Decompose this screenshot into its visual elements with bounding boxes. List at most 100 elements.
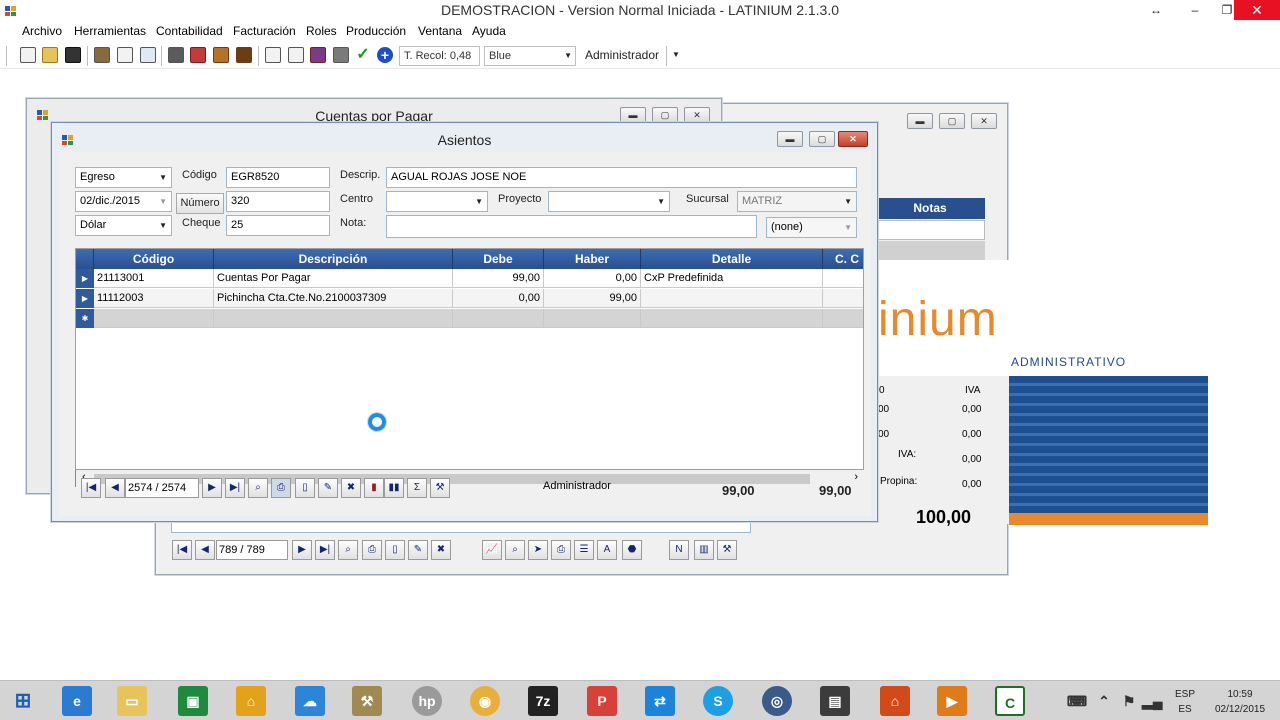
n-button[interactable]: N <box>669 540 689 560</box>
home-icon[interactable]: ⌂ <box>236 686 266 716</box>
cell-haber[interactable]: 99,00 <box>544 289 641 308</box>
proyecto-select[interactable]: ▼ <box>548 191 670 212</box>
find-icon[interactable]: ⌕ <box>505 540 525 560</box>
next-record-button[interactable]: ▶ <box>202 478 222 498</box>
users-icon[interactable] <box>213 47 229 63</box>
cell-centro-costo[interactable] <box>823 269 863 288</box>
menu-contabilidad[interactable]: Contabilidad <box>156 24 223 38</box>
menu-facturacion[interactable]: Facturación <box>233 24 296 38</box>
cell-detalle[interactable]: CxP Predefinida <box>641 269 823 288</box>
minimize-button[interactable]: ▬ <box>907 113 933 129</box>
cell-debe[interactable]: 99,00 <box>453 269 544 288</box>
resize-icon[interactable]: ↔ <box>1146 1 1166 19</box>
save-icon[interactable] <box>65 47 81 63</box>
language-code[interactable]: ESP <box>1170 689 1200 700</box>
new-icon[interactable]: ▯ <box>295 478 315 498</box>
codigo-input[interactable]: EGR8520 <box>226 167 330 188</box>
file-explorer-icon[interactable]: ▭ <box>117 686 147 716</box>
books-icon[interactable]: ▮▮ <box>384 478 404 498</box>
prev-record-button[interactable]: ◀ <box>105 478 125 498</box>
col-haber[interactable]: Haber <box>544 249 641 269</box>
close-button[interactable]: ✕ <box>684 107 710 123</box>
moneda-select[interactable]: Dólar ▼ <box>75 215 172 236</box>
network-icon[interactable]: ◎ <box>762 686 792 716</box>
close-button[interactable]: ✕ <box>971 113 997 129</box>
tools-icon[interactable]: ⚒ <box>352 686 382 716</box>
last-record-button[interactable]: ▶| <box>225 478 245 498</box>
notas-cell[interactable] <box>875 220 985 240</box>
record-position[interactable]: 2574 / 2574 <box>125 478 199 498</box>
nota-input[interactable] <box>386 215 757 238</box>
print-icon[interactable]: ⎙ <box>362 540 382 560</box>
search-icon[interactable]: ⌕ <box>338 540 358 560</box>
monitor-icon[interactable] <box>333 47 349 63</box>
menu-archivo[interactable]: Archivo <box>22 24 62 38</box>
close-button[interactable]: ✕ <box>1234 0 1280 20</box>
chart-icon[interactable]: 📈 <box>482 540 502 560</box>
teamviewer-icon[interactable]: ⇄ <box>645 686 675 716</box>
printer-icon[interactable]: ⎙ <box>551 540 571 560</box>
search-icon[interactable]: ⌕ <box>248 478 268 498</box>
signal-icon[interactable]: ▂▄ <box>1142 686 1163 716</box>
maximize-button[interactable]: ▢ <box>939 113 965 129</box>
tipo-select[interactable]: Egreso ▼ <box>75 167 172 188</box>
windows-start-icon[interactable]: ⊞ <box>8 686 38 716</box>
chrome-icon[interactable]: ◉ <box>470 686 500 716</box>
delete-icon[interactable]: ✖ <box>431 540 451 560</box>
cell-debe[interactable]: 0,00 <box>453 289 544 308</box>
cell-codigo[interactable]: 11112003 <box>94 289 214 308</box>
prev-record-button[interactable]: ◀ <box>195 540 215 560</box>
cell-detalle[interactable] <box>641 289 823 308</box>
new-cell[interactable] <box>214 309 453 328</box>
close-button[interactable]: ✕ <box>838 131 868 147</box>
print-icon[interactable]: ⎙ <box>271 478 291 498</box>
sum-icon[interactable]: Σ <box>407 478 427 498</box>
cloud-icon[interactable]: ☁ <box>295 686 325 716</box>
console-icon[interactable]: ▤ <box>820 686 850 716</box>
wand-icon[interactable]: ⚒ <box>430 478 450 498</box>
overflow-chevron-icon[interactable]: ▼ <box>672 50 680 59</box>
new-cell[interactable] <box>453 309 544 328</box>
first-record-button[interactable]: |◀ <box>81 478 101 498</box>
menu-ayuda[interactable]: Ayuda <box>472 24 506 38</box>
stamp-icon[interactable]: ⬣ <box>622 540 642 560</box>
trash-icon[interactable] <box>168 47 184 63</box>
first-record-button[interactable]: |◀ <box>172 540 192 560</box>
latinium-icon[interactable]: ⌂ <box>880 686 910 716</box>
flag-icon[interactable]: ⚑ <box>1120 686 1138 716</box>
wizard-icon[interactable] <box>310 47 326 63</box>
barcode-icon[interactable]: ▥ <box>694 540 714 560</box>
cell-codigo[interactable]: 21113001 <box>94 269 214 288</box>
numero-input[interactable]: 320 <box>226 191 330 212</box>
maximize-button[interactable]: ▢ <box>809 131 835 147</box>
new-document-icon[interactable] <box>20 47 36 63</box>
internet-explorer-icon[interactable]: e <box>62 686 92 716</box>
table-row[interactable]: ▶ 11112003 Pichincha Cta.Cte.No.21000373… <box>76 289 863 308</box>
cell-descripcion[interactable]: Pichincha Cta.Cte.No.2100037309 <box>214 289 453 308</box>
presentation-icon[interactable]: P <box>587 686 617 716</box>
keyboard-icon[interactable]: ⌨ <box>1063 686 1091 716</box>
scroll-right-icon[interactable]: › <box>854 471 858 483</box>
c-app-icon[interactable]: C <box>995 686 1025 716</box>
centro-select[interactable]: ▼ <box>386 191 488 212</box>
menu-produccion[interactable]: Producción <box>346 24 406 38</box>
maximize-button[interactable]: ▢ <box>652 107 678 123</box>
tools-icon[interactable] <box>117 47 133 63</box>
window-icon[interactable] <box>265 47 281 63</box>
hp-icon[interactable]: hp <box>412 686 442 716</box>
group-icon[interactable] <box>236 47 252 63</box>
fecha-picker[interactable]: 02/dic./2015 ▼ <box>75 191 172 212</box>
open-folder-icon[interactable] <box>42 47 58 63</box>
col-descripcion[interactable]: Descripción <box>214 249 453 269</box>
col-debe[interactable]: Debe <box>453 249 544 269</box>
notas-new-row[interactable] <box>875 241 985 260</box>
new-row[interactable]: ✱ <box>76 309 863 328</box>
calculator-icon[interactable] <box>94 47 110 63</box>
media-player-icon[interactable]: ▶ <box>937 686 967 716</box>
table-row[interactable]: ▶ 21113001 Cuentas Por Pagar 99,00 0,00 … <box>76 269 863 288</box>
minimize-button[interactable]: ▬ <box>777 131 803 147</box>
clock-time[interactable]: 10:59 <box>1208 689 1272 700</box>
minimize-button[interactable]: – <box>1180 1 1210 19</box>
col-centro-costo[interactable]: C. C <box>823 249 863 269</box>
menu-roles[interactable]: Roles <box>306 24 337 38</box>
